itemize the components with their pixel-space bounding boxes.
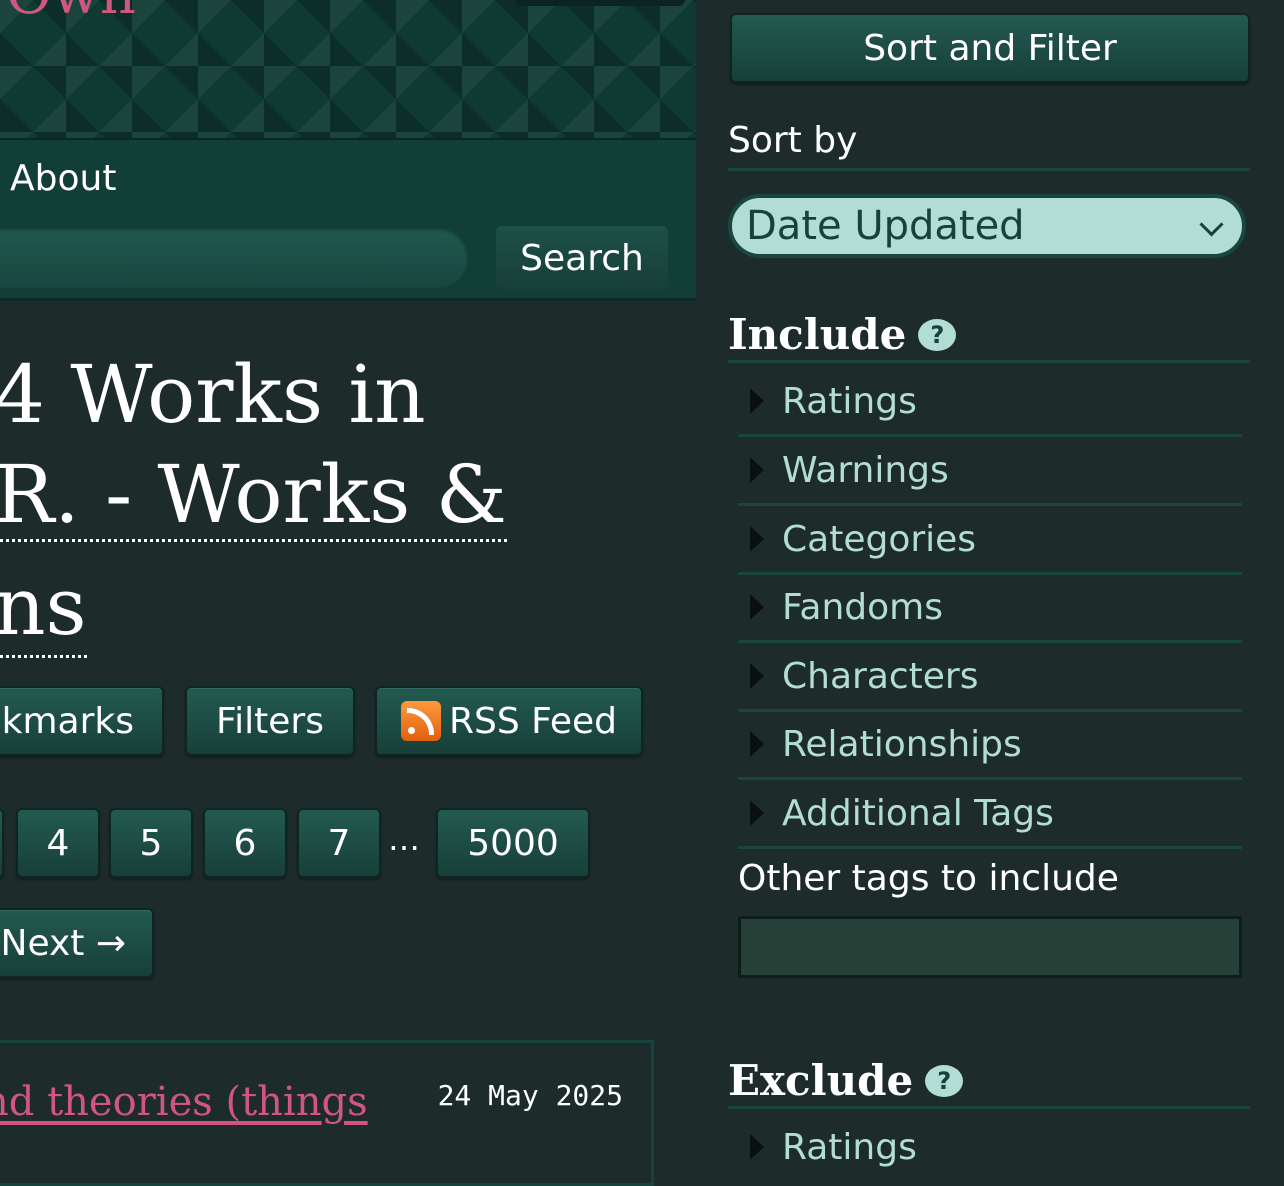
heading-line-1: 4 Works in xyxy=(0,348,426,441)
disclosure-triangle-icon xyxy=(750,457,764,483)
filters-button[interactable]: Filters xyxy=(185,686,355,756)
banner-tab xyxy=(515,0,685,6)
site-banner: Own xyxy=(0,0,696,140)
disclosure-triangle-icon xyxy=(750,800,764,826)
pagination-next-label: Next → xyxy=(0,922,126,964)
search-input[interactable] xyxy=(0,228,468,288)
include-facet-characters[interactable]: Characters xyxy=(738,643,1242,712)
include-heading-label: Include xyxy=(728,310,907,359)
help-icon[interactable]: ? xyxy=(918,319,957,351)
facet-label: Additional Tags xyxy=(782,792,1054,834)
disclosure-triangle-icon xyxy=(750,594,764,620)
include-facet-additional-tags[interactable]: Additional Tags xyxy=(738,780,1242,849)
include-facet-fandoms[interactable]: Fandoms xyxy=(738,574,1242,643)
sort-filter-sidebar: Sort and Filter Sort by Date Updated Inc… xyxy=(696,0,1284,1168)
include-facet-warnings[interactable]: Warnings xyxy=(738,437,1242,506)
nav-item-about[interactable]: About xyxy=(10,158,116,199)
pagination-page-4[interactable]: 4 xyxy=(16,808,100,878)
disclosure-triangle-icon xyxy=(750,1134,764,1160)
facet-label: Relationships xyxy=(782,723,1022,765)
disclosure-triangle-icon xyxy=(750,388,764,414)
work-date: 24 May 2025 xyxy=(437,1079,623,1112)
sort-by-label: Sort by xyxy=(728,120,1250,171)
primary-nav: About Search xyxy=(0,140,696,301)
search-button[interactable]: Search xyxy=(496,226,668,290)
disclosure-triangle-icon xyxy=(750,731,764,757)
work-blurb: nd theories (things 24 May 2025 xyxy=(0,1040,654,1186)
sort-by-value: Date Updated xyxy=(746,203,1025,249)
pagination-page-5[interactable]: 5 xyxy=(109,808,193,878)
site-logo-text[interactable]: Own xyxy=(6,0,136,27)
work-title-link[interactable]: nd theories (things xyxy=(0,1079,368,1125)
heading-tag-link[interactable]: R. - Works & xyxy=(0,451,507,542)
include-facet-categories[interactable]: Categories xyxy=(738,506,1242,575)
heading-tag-link-continued[interactable]: ns xyxy=(0,559,87,658)
rss-feed-label: RSS Feed xyxy=(448,700,618,742)
facet-label: Ratings xyxy=(782,380,917,422)
exclude-facet-ratings[interactable]: Ratings xyxy=(738,1114,1242,1180)
exclude-heading: Exclude? xyxy=(728,1056,1250,1109)
include-facet-relationships[interactable]: Relationships xyxy=(738,711,1242,780)
pagination-page-last[interactable]: 5000 xyxy=(436,808,590,878)
rss-feed-button[interactable]: RSS Feed xyxy=(375,686,643,756)
help-icon[interactable]: ? xyxy=(925,1065,964,1097)
pagination-page-7[interactable]: 7 xyxy=(297,808,381,878)
exclude-heading-label: Exclude xyxy=(728,1056,914,1105)
page-heading: 4 Works in R. - Works & ns xyxy=(0,345,684,658)
chevron-down-icon xyxy=(1199,212,1224,237)
facet-label: Fandoms xyxy=(782,586,943,628)
bookmarks-button-label: kmarks xyxy=(1,700,134,742)
disclosure-triangle-icon xyxy=(750,663,764,689)
sort-and-filter-button[interactable]: Sort and Filter xyxy=(730,13,1250,83)
facet-label: Ratings xyxy=(782,1126,917,1168)
disclosure-triangle-icon xyxy=(750,526,764,552)
bookmarks-button[interactable]: kmarks xyxy=(0,686,164,756)
facet-label: Characters xyxy=(782,655,979,697)
pagination-next-button[interactable]: Next → xyxy=(0,908,154,978)
other-tags-label: Other tags to include xyxy=(738,858,1119,899)
other-tags-input[interactable] xyxy=(738,916,1242,978)
pagination-gap: … xyxy=(388,820,420,858)
pagination-page-prev[interactable] xyxy=(0,808,4,878)
facet-label: Warnings xyxy=(782,449,949,491)
include-heading: Include? xyxy=(728,310,1250,363)
rss-icon xyxy=(400,701,441,741)
facet-label: Categories xyxy=(782,518,977,560)
pagination-page-6[interactable]: 6 xyxy=(203,808,287,878)
sort-by-select[interactable]: Date Updated xyxy=(728,194,1246,258)
include-facet-ratings[interactable]: Ratings xyxy=(738,368,1242,437)
